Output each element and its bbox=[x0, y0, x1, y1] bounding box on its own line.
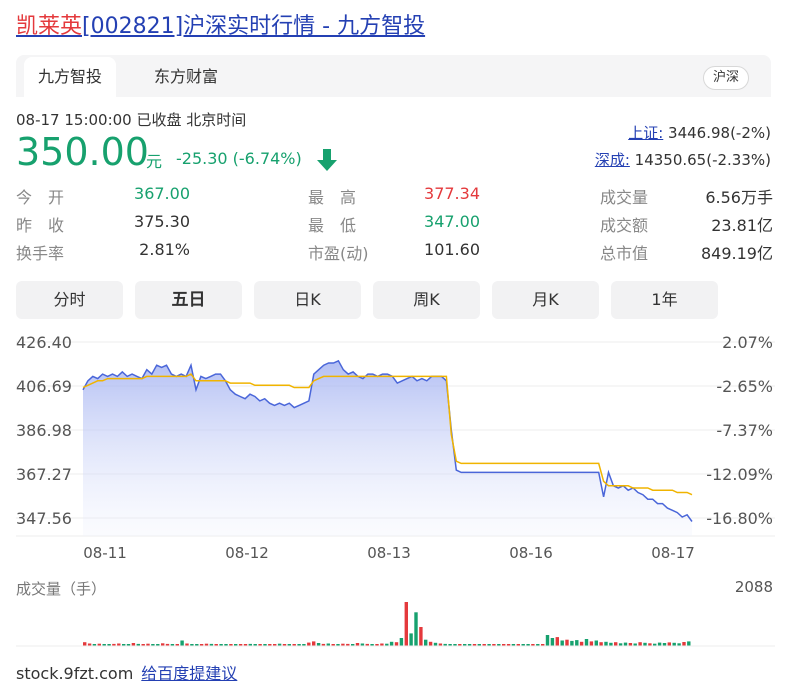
high-label: 最 高 bbox=[308, 188, 357, 207]
x-tick-label: 08-12 bbox=[225, 544, 269, 562]
footer-site: stock.9fzt.com bbox=[16, 664, 134, 683]
volume-max: 2088 bbox=[734, 578, 773, 596]
index-shenzhen: 深成: 14350.65(-2.33%) bbox=[595, 149, 771, 170]
volume-bar bbox=[682, 642, 686, 646]
volume-bar bbox=[550, 638, 555, 646]
y-right-tick-label: -16.80% bbox=[706, 509, 773, 528]
volume-bar bbox=[428, 641, 433, 646]
index-shanghai-value: 3446.98(-2%) bbox=[668, 124, 771, 142]
y-tick-label: 367.27 bbox=[16, 465, 72, 484]
mcap-label: 总市值 bbox=[600, 244, 649, 263]
volume-bar bbox=[404, 602, 408, 646]
volume-bar bbox=[575, 640, 579, 646]
price-change: -25.30 (-6.74%) bbox=[176, 149, 302, 168]
volume-bar bbox=[657, 642, 662, 646]
source-tabs: 九方智投 东方财富 沪深 bbox=[16, 55, 771, 97]
tab-jiufang[interactable]: 九方智投 bbox=[24, 57, 117, 97]
index-shenzhen-value: 14350.65(-2.33%) bbox=[634, 151, 771, 169]
volume-bar bbox=[638, 642, 642, 646]
volume-label: 成交量 bbox=[600, 188, 649, 207]
market-badge[interactable]: 沪深 bbox=[702, 66, 749, 90]
volume-bar bbox=[409, 633, 413, 646]
volume-bar bbox=[312, 641, 316, 646]
y-tick-label: 426.40 bbox=[16, 333, 72, 352]
y-right-tick-label: -12.09% bbox=[706, 465, 773, 484]
turnover-label: 换手率 bbox=[16, 244, 65, 263]
stock-name[interactable]: 凯莱英 bbox=[16, 14, 82, 39]
volume-bar bbox=[424, 639, 428, 646]
volume-bar bbox=[584, 639, 589, 646]
turnover-value: 2.81% bbox=[139, 240, 190, 259]
price-unit: 元 bbox=[146, 152, 163, 171]
index-shenzhen-link[interactable]: 深成: bbox=[595, 151, 630, 169]
period-weekly-k[interactable]: 周K bbox=[373, 281, 480, 319]
volume-bar bbox=[414, 612, 418, 646]
volume-bar bbox=[560, 640, 564, 646]
price-area bbox=[83, 360, 692, 536]
period-daily-k[interactable]: 日K bbox=[254, 281, 361, 319]
y-tick-label: 386.98 bbox=[16, 421, 72, 440]
down-arrow-icon bbox=[316, 147, 338, 177]
quote-time: 08-17 15:00:00 已收盘 北京时间 bbox=[16, 111, 247, 129]
prev-close-label: 昨 收 bbox=[16, 216, 65, 235]
volume-bar bbox=[687, 641, 691, 646]
page-title[interactable]: 凯莱英[002821]沪深实时行情 - 九方智投 bbox=[16, 8, 425, 40]
period-monthly-k[interactable]: 月K bbox=[492, 281, 599, 319]
open-value: 367.00 bbox=[134, 184, 190, 203]
mcap-value: 849.19亿 bbox=[701, 244, 773, 263]
volume-chart-label: 成交量（手） bbox=[16, 580, 107, 598]
low-value: 347.00 bbox=[424, 212, 480, 231]
volume-chart bbox=[16, 602, 775, 647]
volume-bar bbox=[394, 642, 399, 646]
volume-bar bbox=[667, 642, 671, 646]
open-label: 今 开 bbox=[16, 188, 65, 207]
tab-dongfang[interactable]: 东方财富 bbox=[140, 57, 232, 97]
x-tick-label: 08-16 bbox=[509, 544, 553, 562]
amount-label: 成交额 bbox=[600, 216, 649, 235]
volume-bar bbox=[83, 642, 87, 646]
volume-bar bbox=[180, 640, 184, 646]
volume-bar bbox=[389, 641, 394, 646]
x-tick-label: 08-13 bbox=[367, 544, 411, 562]
price-chart[interactable]: 426.40 2.07% 406.69 -2.65% 386.98 -7.37% 367.2… bbox=[0, 320, 791, 570]
volume-bar bbox=[545, 635, 550, 646]
volume-bar bbox=[623, 642, 628, 646]
y-tick-label: 347.56 bbox=[16, 509, 72, 528]
feedback-link[interactable]: 给百度提建议 bbox=[141, 664, 237, 683]
pe-label: 市盈(动) bbox=[308, 244, 369, 263]
x-tick-label: 08-17 bbox=[651, 544, 695, 562]
current-price: 350.00 bbox=[16, 130, 149, 174]
volume-bar bbox=[604, 641, 608, 646]
prev-close-value: 375.30 bbox=[134, 212, 190, 231]
low-label: 最 低 bbox=[308, 216, 357, 235]
volume-bar bbox=[399, 638, 404, 646]
x-tick-label: 08-11 bbox=[83, 544, 127, 562]
index-shanghai-link[interactable]: 上证: bbox=[628, 124, 663, 142]
amount-value: 23.81亿 bbox=[711, 216, 773, 235]
period-5day[interactable]: 五日 bbox=[135, 281, 242, 319]
high-value: 377.34 bbox=[424, 184, 480, 203]
volume-bar bbox=[579, 641, 584, 646]
y-right-tick-label: -2.65% bbox=[716, 377, 773, 396]
period-intraday[interactable]: 分时 bbox=[16, 281, 123, 319]
y-right-tick-label: -7.37% bbox=[716, 421, 773, 440]
y-right-tick-label: 2.07% bbox=[722, 333, 773, 352]
volume-bar bbox=[614, 642, 618, 646]
title-rest[interactable]: [002821]沪深实时行情 - 九方智投 bbox=[82, 14, 425, 39]
volume-bar bbox=[589, 641, 594, 646]
volume-bar bbox=[419, 627, 423, 646]
volume-bar bbox=[594, 640, 598, 646]
volume-bar bbox=[307, 642, 311, 646]
volume-value: 6.56万手 bbox=[705, 188, 773, 207]
pe-value: 101.60 bbox=[424, 240, 480, 259]
index-shanghai: 上证: 3446.98(-2%) bbox=[628, 122, 771, 143]
y-tick-label: 406.69 bbox=[16, 377, 72, 396]
volume-bar bbox=[555, 637, 559, 646]
volume-bar bbox=[599, 642, 603, 646]
volume-bar bbox=[570, 640, 574, 646]
volume-bar bbox=[565, 639, 569, 646]
period-1year[interactable]: 1年 bbox=[611, 281, 718, 319]
footer: stock.9fzt.com 给百度提建议 bbox=[16, 660, 237, 684]
